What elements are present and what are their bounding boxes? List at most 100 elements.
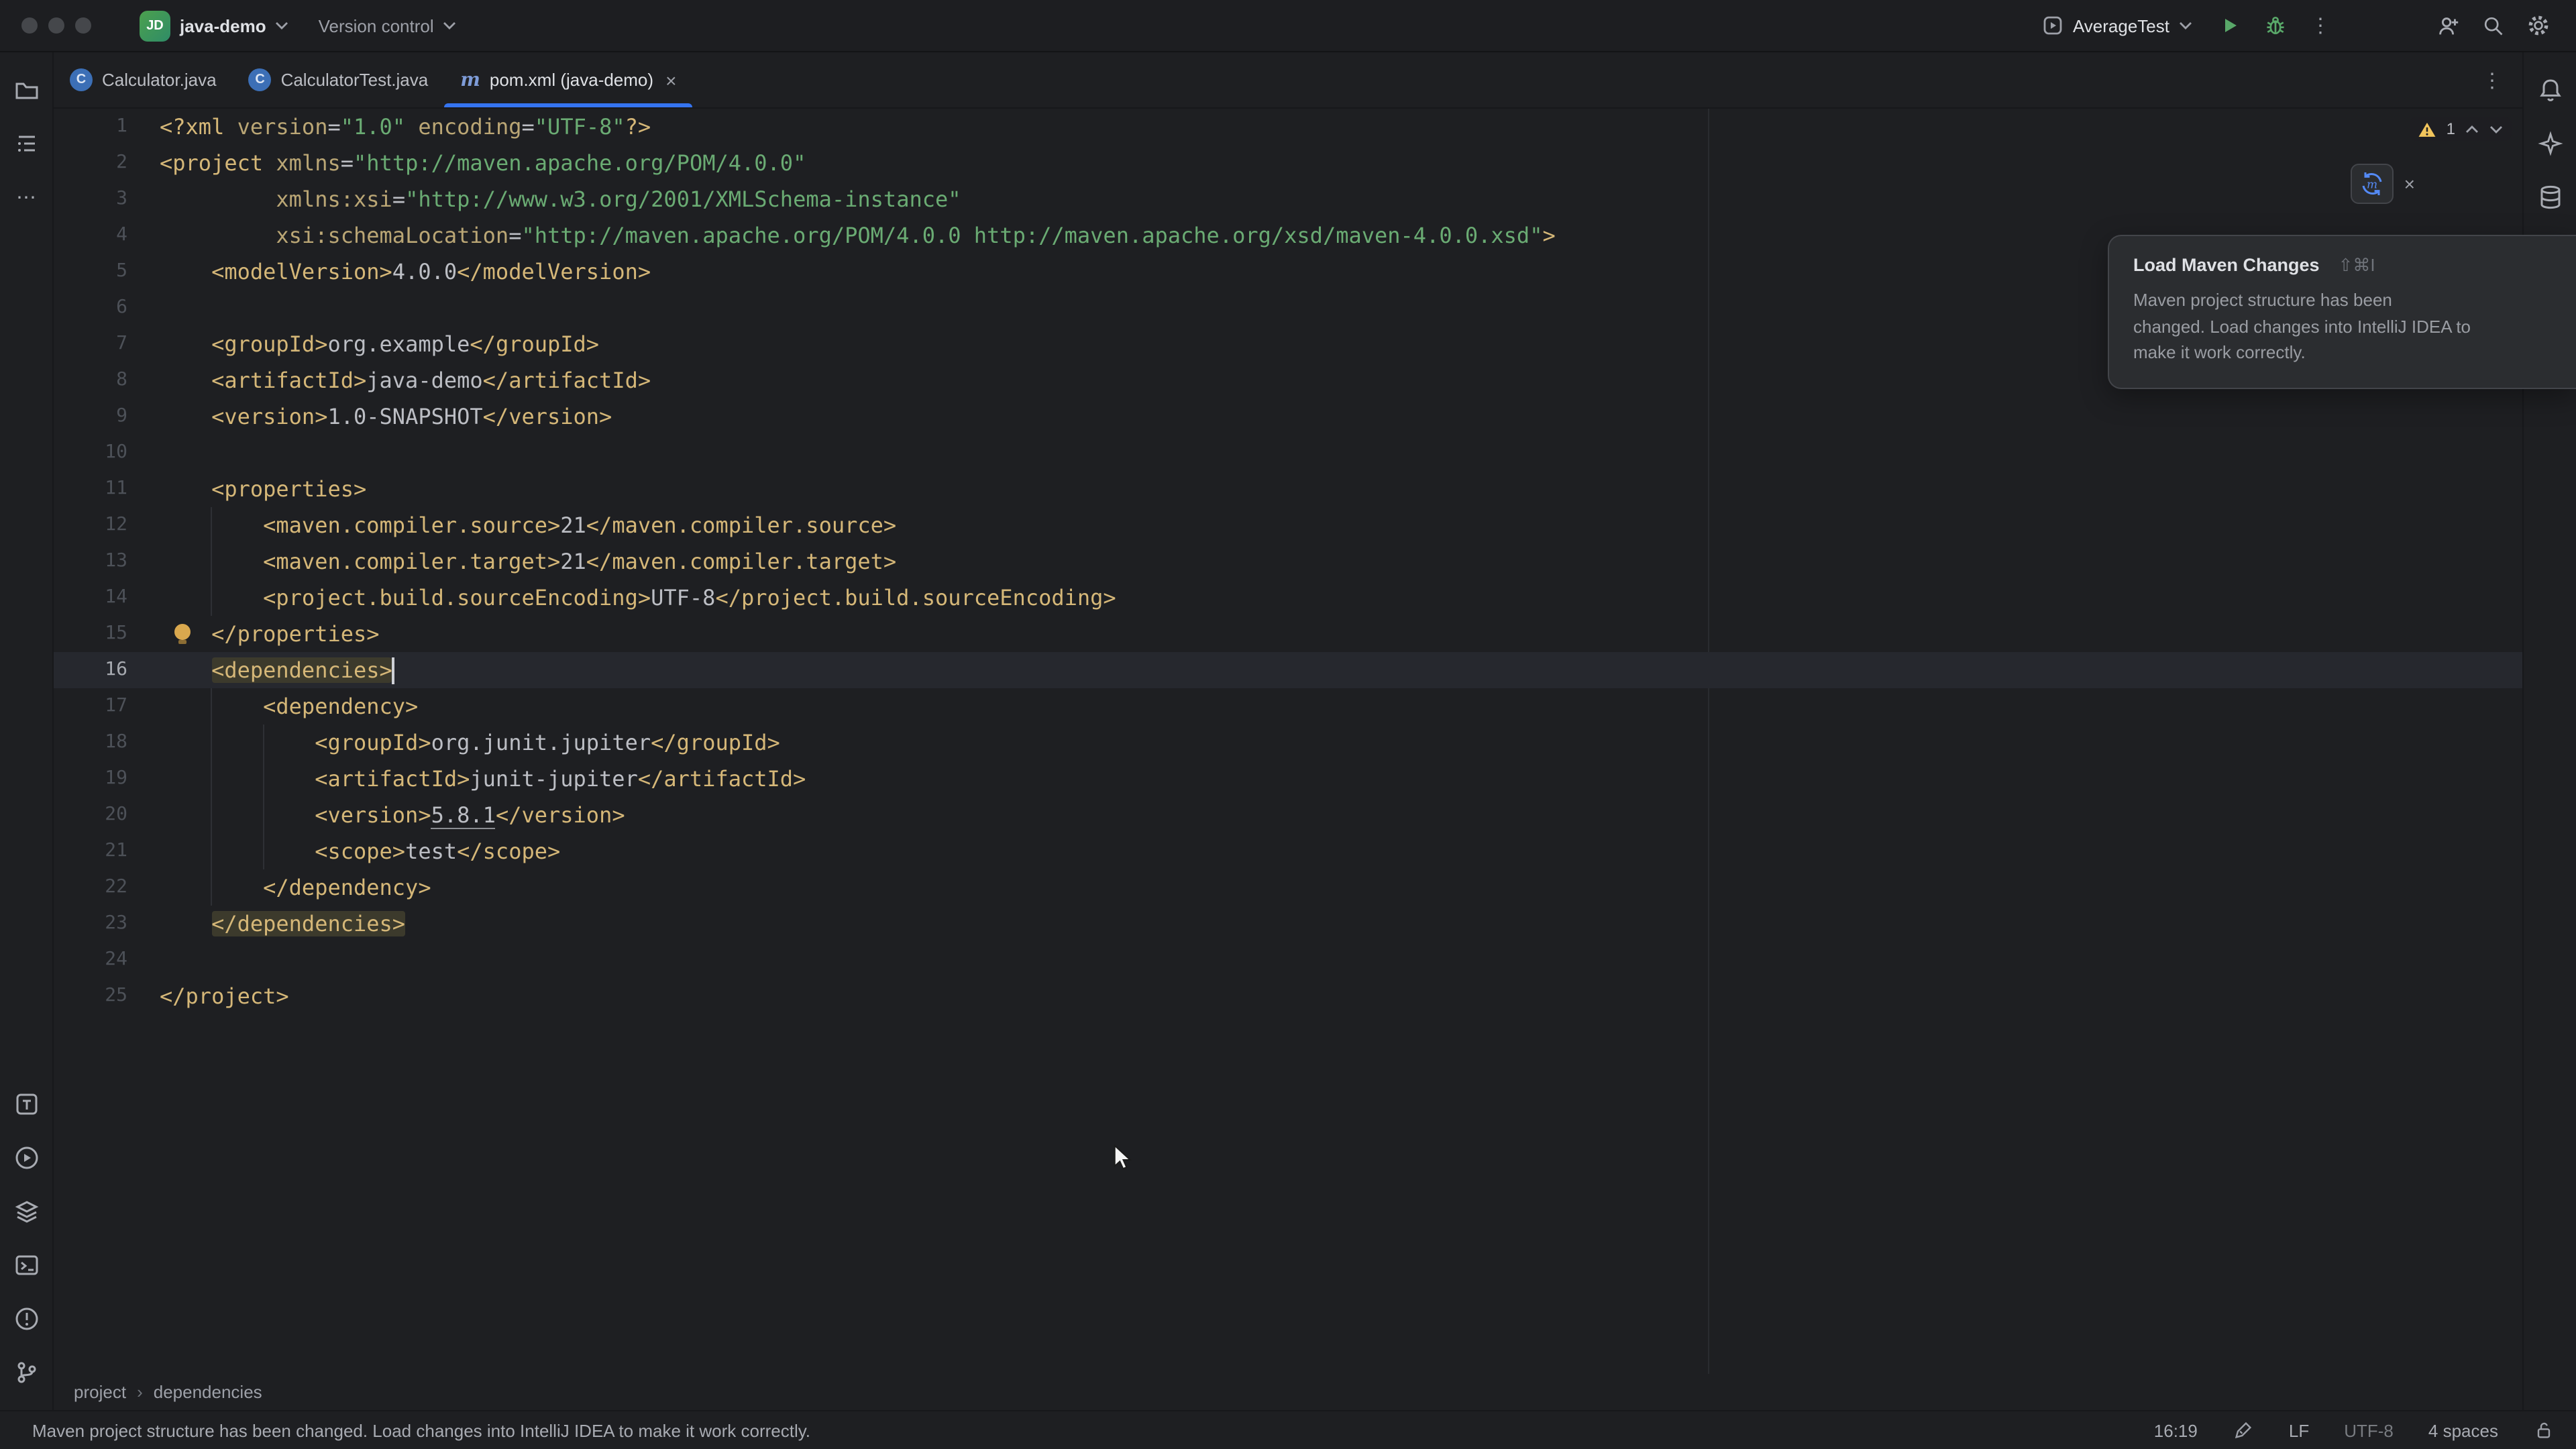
debug-button[interactable]	[2257, 7, 2294, 44]
line-number[interactable]: 14	[54, 580, 160, 616]
line-number[interactable]: 9	[54, 398, 160, 435]
sparkle-icon	[2536, 130, 2563, 157]
line-number[interactable]: 12	[54, 507, 160, 543]
window-close-button[interactable]	[21, 17, 38, 34]
code-line[interactable]: 9 <version>1.0-SNAPSHOT</version>	[54, 398, 2522, 435]
indent-widget[interactable]: 4 spaces	[2428, 1420, 2498, 1440]
code-line[interactable]: 11 <properties>	[54, 471, 2522, 507]
line-number[interactable]: 10	[54, 435, 160, 471]
chevron-up-icon[interactable]	[2465, 124, 2479, 133]
todo-toolwindow-button[interactable]	[9, 1087, 44, 1122]
line-number[interactable]: 2	[54, 145, 160, 181]
line-number[interactable]: 13	[54, 543, 160, 580]
code-text: <version>5.8.1</version>	[160, 797, 625, 833]
line-number[interactable]: 22	[54, 869, 160, 906]
code-line[interactable]: 2<project xmlns="http://maven.apache.org…	[54, 145, 2522, 181]
more-toolwindows-button[interactable]: ⋯	[9, 180, 44, 215]
code-line[interactable]: 1<?xml version="1.0" encoding="UTF-8"?>	[54, 109, 2522, 145]
services-toolwindow-button[interactable]	[9, 1194, 44, 1229]
chevron-down-icon[interactable]	[2489, 124, 2504, 133]
run-circle-icon	[13, 1144, 40, 1171]
line-number[interactable]: 21	[54, 833, 160, 869]
tab-close-icon[interactable]: ×	[665, 69, 676, 91]
intention-bulb-icon[interactable]	[174, 624, 191, 640]
bug-icon	[2263, 13, 2288, 38]
project-widget[interactable]: JD java-demo	[129, 5, 300, 46]
chevron-down-icon	[443, 21, 457, 30]
inspections-widget[interactable]: 1	[2410, 117, 2512, 141]
vcs-widget[interactable]: Version control	[308, 10, 468, 41]
problems-toolwindow-button[interactable]	[9, 1301, 44, 1336]
tab-calculator-java[interactable]: C Calculator.java	[54, 52, 233, 107]
breadcrumb-item-dependencies[interactable]: dependencies	[154, 1382, 262, 1402]
tab-pom-xml[interactable]: m pom.xml (java-demo) ×	[444, 52, 692, 107]
code-line[interactable]: 23 </dependencies>	[54, 906, 2522, 942]
load-maven-changes-action[interactable]: Load Maven Changes	[2133, 255, 2320, 275]
line-number[interactable]: 16	[54, 652, 160, 688]
line-number[interactable]: 4	[54, 217, 160, 254]
line-number[interactable]: 11	[54, 471, 160, 507]
code-line[interactable]: 12 <maven.compiler.source>21</maven.comp…	[54, 507, 2522, 543]
code-line[interactable]: 19 <artifactId>junit-jupiter</artifactId…	[54, 761, 2522, 797]
line-number[interactable]: 23	[54, 906, 160, 942]
code-line[interactable]: 10	[54, 435, 2522, 471]
line-number[interactable]: 19	[54, 761, 160, 797]
line-number[interactable]: 24	[54, 942, 160, 978]
code-line[interactable]: 20 <version>5.8.1</version>	[54, 797, 2522, 833]
code-line[interactable]: 18 <groupId>org.junit.jupiter</groupId>	[54, 724, 2522, 761]
toolbar-more-button[interactable]: ⋮	[2302, 7, 2340, 44]
line-number[interactable]: 18	[54, 724, 160, 761]
code-line[interactable]: 16 <dependencies>	[54, 652, 2522, 688]
code-with-me-button[interactable]	[2428, 7, 2466, 44]
breadcrumb-item-project[interactable]: project	[74, 1382, 126, 1402]
window-zoom-button[interactable]	[75, 17, 91, 34]
notifications-button[interactable]	[2532, 72, 2567, 107]
line-number[interactable]: 7	[54, 326, 160, 362]
code-text: <project.build.sourceEncoding>UTF-8</pro…	[160, 580, 1116, 616]
line-number[interactable]: 5	[54, 254, 160, 290]
line-number[interactable]: 3	[54, 181, 160, 217]
tab-calculatortest-java[interactable]: C CalculatorTest.java	[233, 52, 445, 107]
project-toolwindow-button[interactable]	[9, 72, 44, 107]
caret-position-widget[interactable]: 16:19	[2154, 1420, 2198, 1440]
run-configuration-widget[interactable]: AverageTest	[2031, 9, 2203, 42]
line-number[interactable]: 17	[54, 688, 160, 724]
run-button[interactable]	[2211, 7, 2249, 44]
close-icon[interactable]: ×	[2404, 173, 2415, 195]
database-button[interactable]	[2532, 180, 2567, 215]
code-line[interactable]: 13 <maven.compiler.target>21</maven.comp…	[54, 543, 2522, 580]
ai-assistant-button[interactable]	[2532, 126, 2567, 161]
version-control-toolwindow-button[interactable]	[9, 1355, 44, 1390]
code-line[interactable]: 25</project>	[54, 978, 2522, 1014]
structure-toolwindow-button[interactable]	[9, 126, 44, 161]
line-number[interactable]: 8	[54, 362, 160, 398]
tab-options-button[interactable]: ⋮	[2463, 52, 2522, 107]
encoding-widget[interactable]: UTF-8	[2344, 1420, 2394, 1440]
readonly-toggle[interactable]	[2533, 1419, 2555, 1441]
line-number[interactable]: 15	[54, 616, 160, 652]
terminal-toolwindow-button[interactable]	[9, 1248, 44, 1283]
search-everywhere-button[interactable]	[2474, 7, 2512, 44]
line-number[interactable]: 20	[54, 797, 160, 833]
code-line[interactable]: 21 <scope>test</scope>	[54, 833, 2522, 869]
line-number[interactable]: 6	[54, 290, 160, 326]
tab-label: pom.xml (java-demo)	[490, 70, 653, 90]
code-line[interactable]: 17 <dependency>	[54, 688, 2522, 724]
line-separator-widget[interactable]: LF	[2289, 1420, 2309, 1440]
code-line[interactable]: 15 </properties>	[54, 616, 2522, 652]
line-number[interactable]: 25	[54, 978, 160, 1014]
run-toolwindow-button[interactable]	[9, 1140, 44, 1175]
code-line[interactable]: 14 <project.build.sourceEncoding>UTF-8</…	[54, 580, 2522, 616]
pen-widget[interactable]	[2233, 1419, 2254, 1441]
mouse-cursor	[1114, 1144, 1132, 1170]
settings-button[interactable]	[2520, 7, 2557, 44]
code-text: <maven.compiler.source>21</maven.compile…	[160, 507, 896, 543]
git-branch-icon	[13, 1359, 40, 1386]
code-line[interactable]: 22 </dependency>	[54, 869, 2522, 906]
window-minimize-button[interactable]	[48, 17, 64, 34]
code-line[interactable]: 24	[54, 942, 2522, 978]
code-line[interactable]: 3 xmlns:xsi="http://www.w3.org/2001/XMLS…	[54, 181, 2522, 217]
gear-icon	[2526, 13, 2551, 38]
line-number[interactable]: 1	[54, 109, 160, 145]
load-maven-changes-button[interactable]: m	[2351, 164, 2394, 204]
